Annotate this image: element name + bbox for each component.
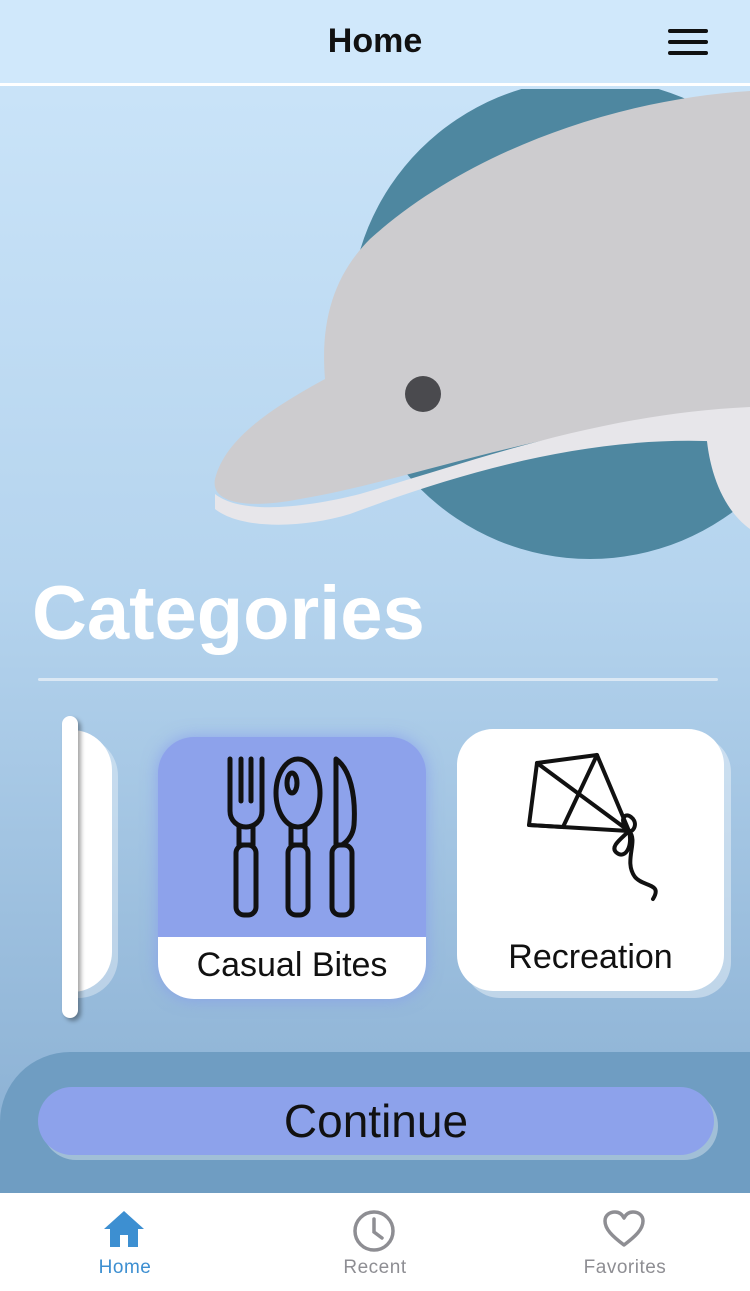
heart-icon [603, 1210, 645, 1247]
fork-spoon-knife-icon [227, 756, 357, 918]
category-label: Casual Bites [196, 946, 388, 984]
tab-label: Recent [343, 1257, 407, 1278]
top-nav-bar: Home [0, 0, 750, 86]
tab-favorites[interactable]: Favorites [500, 1193, 750, 1291]
category-card-recreation[interactable]: Recreation [457, 729, 724, 991]
divider [38, 678, 718, 681]
dolphin-illustration [214, 89, 750, 559]
carousel-scroll-indicator[interactable] [62, 716, 78, 1018]
category-card-casual-bites[interactable]: Casual Bites [158, 737, 426, 999]
tab-recent[interactable]: Recent [250, 1193, 500, 1291]
tab-label: Favorites [583, 1257, 667, 1278]
clock-icon [353, 1210, 395, 1252]
page-title: Home [327, 22, 423, 60]
tab-label: Home [98, 1257, 152, 1278]
hamburger-menu-icon[interactable] [668, 26, 710, 60]
tab-home[interactable]: Home [0, 1193, 250, 1291]
category-label: Recreation [508, 938, 673, 976]
kite-icon [527, 753, 658, 901]
home-icon [104, 1211, 144, 1247]
continue-button[interactable]: Continue [38, 1087, 714, 1155]
categories-heading: Categories [32, 571, 425, 656]
bottom-tab-bar: Home Recent Favorites [0, 1193, 750, 1291]
